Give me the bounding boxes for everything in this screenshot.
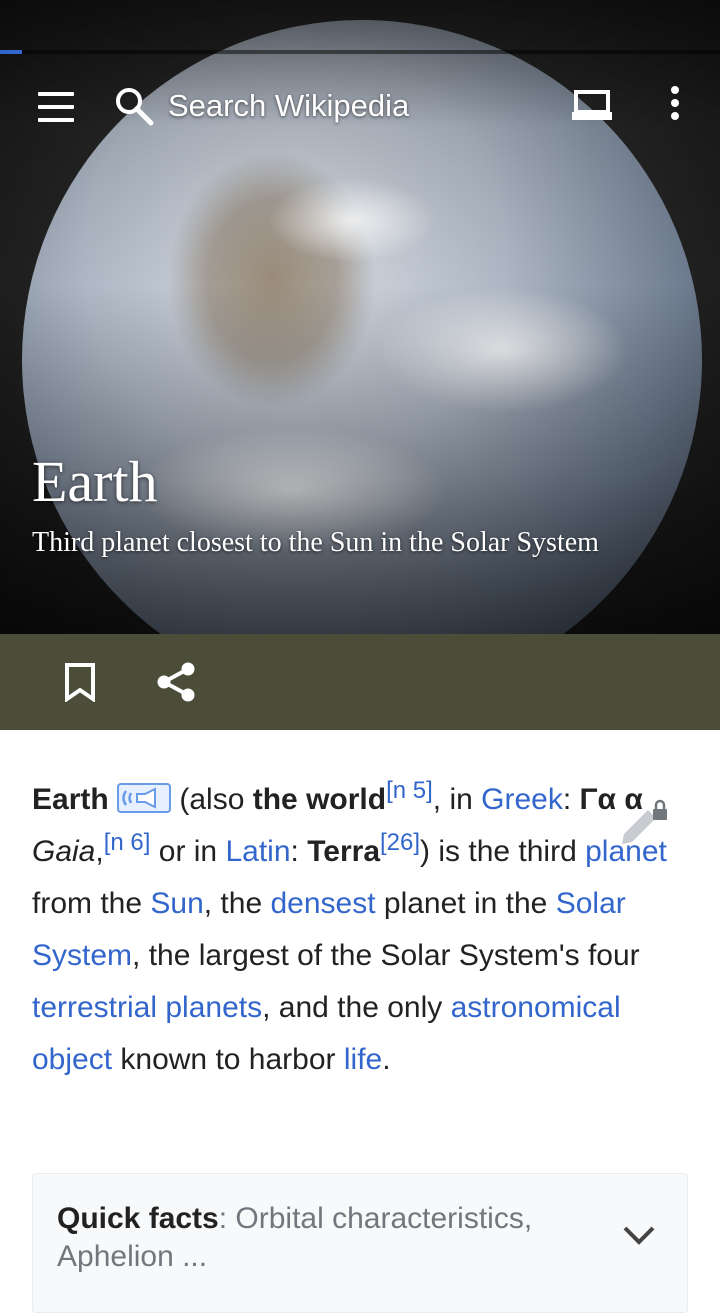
share-icon[interactable]: [154, 660, 198, 704]
text: known to harbor: [112, 1043, 344, 1076]
quick-facts-text: Quick facts: Orbital characteristics, Ap…: [57, 1200, 577, 1276]
page-load-progress: [0, 50, 720, 54]
chevron-down-icon[interactable]: [621, 1220, 657, 1250]
text: ,: [95, 835, 104, 868]
text: :: [562, 783, 580, 816]
lead-paragraph: Earth (also the world[n 5], in Greek: Γα…: [32, 774, 692, 1086]
quick-facts-label: Quick facts: [57, 1202, 219, 1235]
audio-pronunciation-icon[interactable]: [117, 783, 172, 813]
bold-term: Earth: [32, 783, 109, 816]
search-input[interactable]: Search Wikipedia: [168, 88, 409, 124]
link-densest[interactable]: densest: [270, 887, 375, 920]
text: (also: [171, 783, 253, 816]
text: from the: [32, 887, 151, 920]
search-icon[interactable]: [114, 86, 154, 126]
page-description: Third planet closest to the Sun in the S…: [32, 527, 599, 558]
text: ) is the third: [420, 835, 586, 868]
overflow-menu-icon[interactable]: [662, 86, 688, 126]
page-title: Earth: [32, 449, 158, 514]
link-life[interactable]: life: [344, 1043, 382, 1076]
text: .: [382, 1043, 391, 1076]
article-action-bar: [0, 634, 720, 730]
link-latin[interactable]: Latin: [225, 835, 290, 868]
gaia-term: Gaia: [32, 835, 96, 868]
citation-link[interactable]: [26]: [380, 829, 420, 856]
text: :: [290, 835, 308, 868]
bold-term: the world: [252, 783, 387, 816]
link-sun[interactable]: Sun: [150, 887, 203, 920]
quick-facts-separator: :: [218, 1202, 236, 1235]
text: planet in the: [375, 887, 556, 920]
edit-locked-icon[interactable]: [616, 798, 672, 850]
link-terrestrial-planets[interactable]: terrestrial planets: [32, 991, 262, 1024]
bookmark-icon[interactable]: [62, 662, 98, 702]
menu-icon[interactable]: [36, 92, 76, 122]
note-link[interactable]: [n 6]: [104, 829, 151, 856]
link-greek[interactable]: Greek: [481, 783, 563, 816]
bold-term: Terra: [307, 835, 381, 868]
progress-fill: [0, 50, 22, 54]
text: , in: [432, 783, 482, 816]
text: , and the only: [262, 991, 451, 1024]
note-link[interactable]: [n 5]: [386, 777, 433, 804]
top-toolbar: Search Wikipedia: [0, 58, 720, 154]
text: , the largest of the Solar System's four: [132, 939, 640, 972]
text: , the: [203, 887, 271, 920]
reading-list-icon[interactable]: [570, 88, 614, 124]
text: or in: [150, 835, 226, 868]
quick-facts-panel[interactable]: Quick facts: Orbital characteristics, Ap…: [32, 1173, 688, 1313]
